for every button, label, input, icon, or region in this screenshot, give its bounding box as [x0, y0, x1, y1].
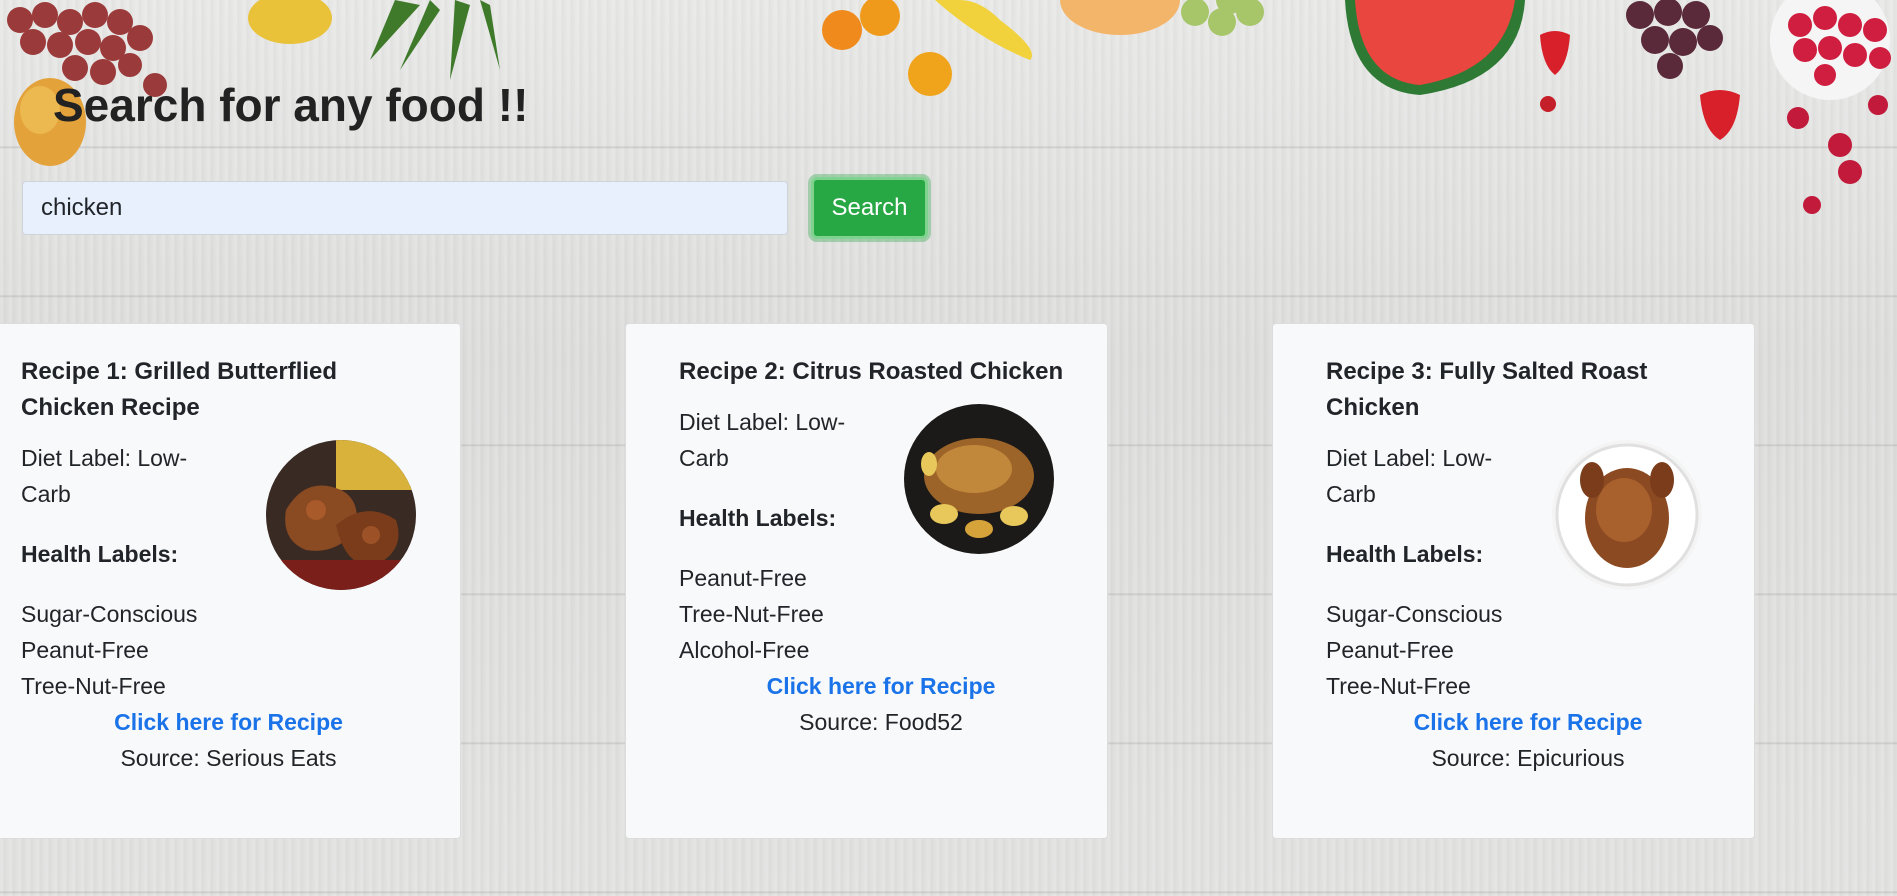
recipe-title: Recipe 2: Citrus Roasted Chicken	[679, 358, 1064, 385]
health-label: Tree-Nut-Free	[679, 601, 824, 627]
recipe-source: Source: Food52	[799, 709, 963, 735]
recipe-card-1: Recipe 1: Grilled Butterflied Chicken Re…	[0, 323, 461, 839]
recipe-title: Recipe 1: Grilled Butterflied Chicken Re…	[21, 358, 338, 421]
page-title: Search for any food !!	[53, 79, 529, 131]
health-label: Sugar-Conscious	[1326, 601, 1503, 627]
diet-label: Diet Label: Low-Carb	[21, 445, 188, 507]
health-labels-list: Sugar-Conscious Peanut-Free Tree-Nut-Fre…	[1326, 596, 1730, 704]
health-label: Peanut-Free	[21, 637, 149, 663]
health-label: Sugar-Conscious	[21, 601, 198, 627]
health-labels-list: Sugar-Conscious Peanut-Free Tree-Nut-Fre…	[21, 596, 436, 704]
salted-roast-chicken-image	[1552, 440, 1702, 590]
recipe-image	[266, 440, 416, 590]
health-label: Tree-Nut-Free	[21, 673, 166, 699]
roasted-chicken-image	[904, 404, 1054, 554]
search-button[interactable]: Search	[811, 177, 928, 239]
search-input[interactable]	[22, 181, 788, 235]
recipe-card-3: Recipe 3: Fully Salted Roast Chicken Die…	[1272, 323, 1755, 839]
health-label: Peanut-Free	[679, 565, 807, 591]
health-label: Alcohol-Free	[679, 637, 810, 663]
recipe-link[interactable]: Click here for Recipe	[21, 704, 436, 740]
recipe-link[interactable]: Click here for Recipe	[679, 668, 1083, 704]
recipe-image	[1552, 440, 1702, 590]
recipe-link[interactable]: Click here for Recipe	[1326, 704, 1730, 740]
health-label: Peanut-Free	[1326, 637, 1454, 663]
recipe-card-2: Recipe 2: Citrus Roasted Chicken Diet La…	[625, 323, 1108, 839]
diet-label: Diet Label: Low-Carb	[1326, 445, 1493, 507]
recipe-source: Source: Epicurious	[1431, 745, 1625, 771]
recipe-source: Source: Serious Eats	[120, 745, 337, 771]
recipe-title: Recipe 3: Fully Salted Roast Chicken	[1326, 358, 1648, 421]
recipe-image	[904, 404, 1054, 554]
health-label: Tree-Nut-Free	[1326, 673, 1471, 699]
health-labels-list: Peanut-Free Tree-Nut-Free Alcohol-Free	[679, 560, 1083, 668]
diet-label: Diet Label: Low-Carb	[679, 409, 846, 471]
grilled-chicken-image	[266, 440, 416, 590]
